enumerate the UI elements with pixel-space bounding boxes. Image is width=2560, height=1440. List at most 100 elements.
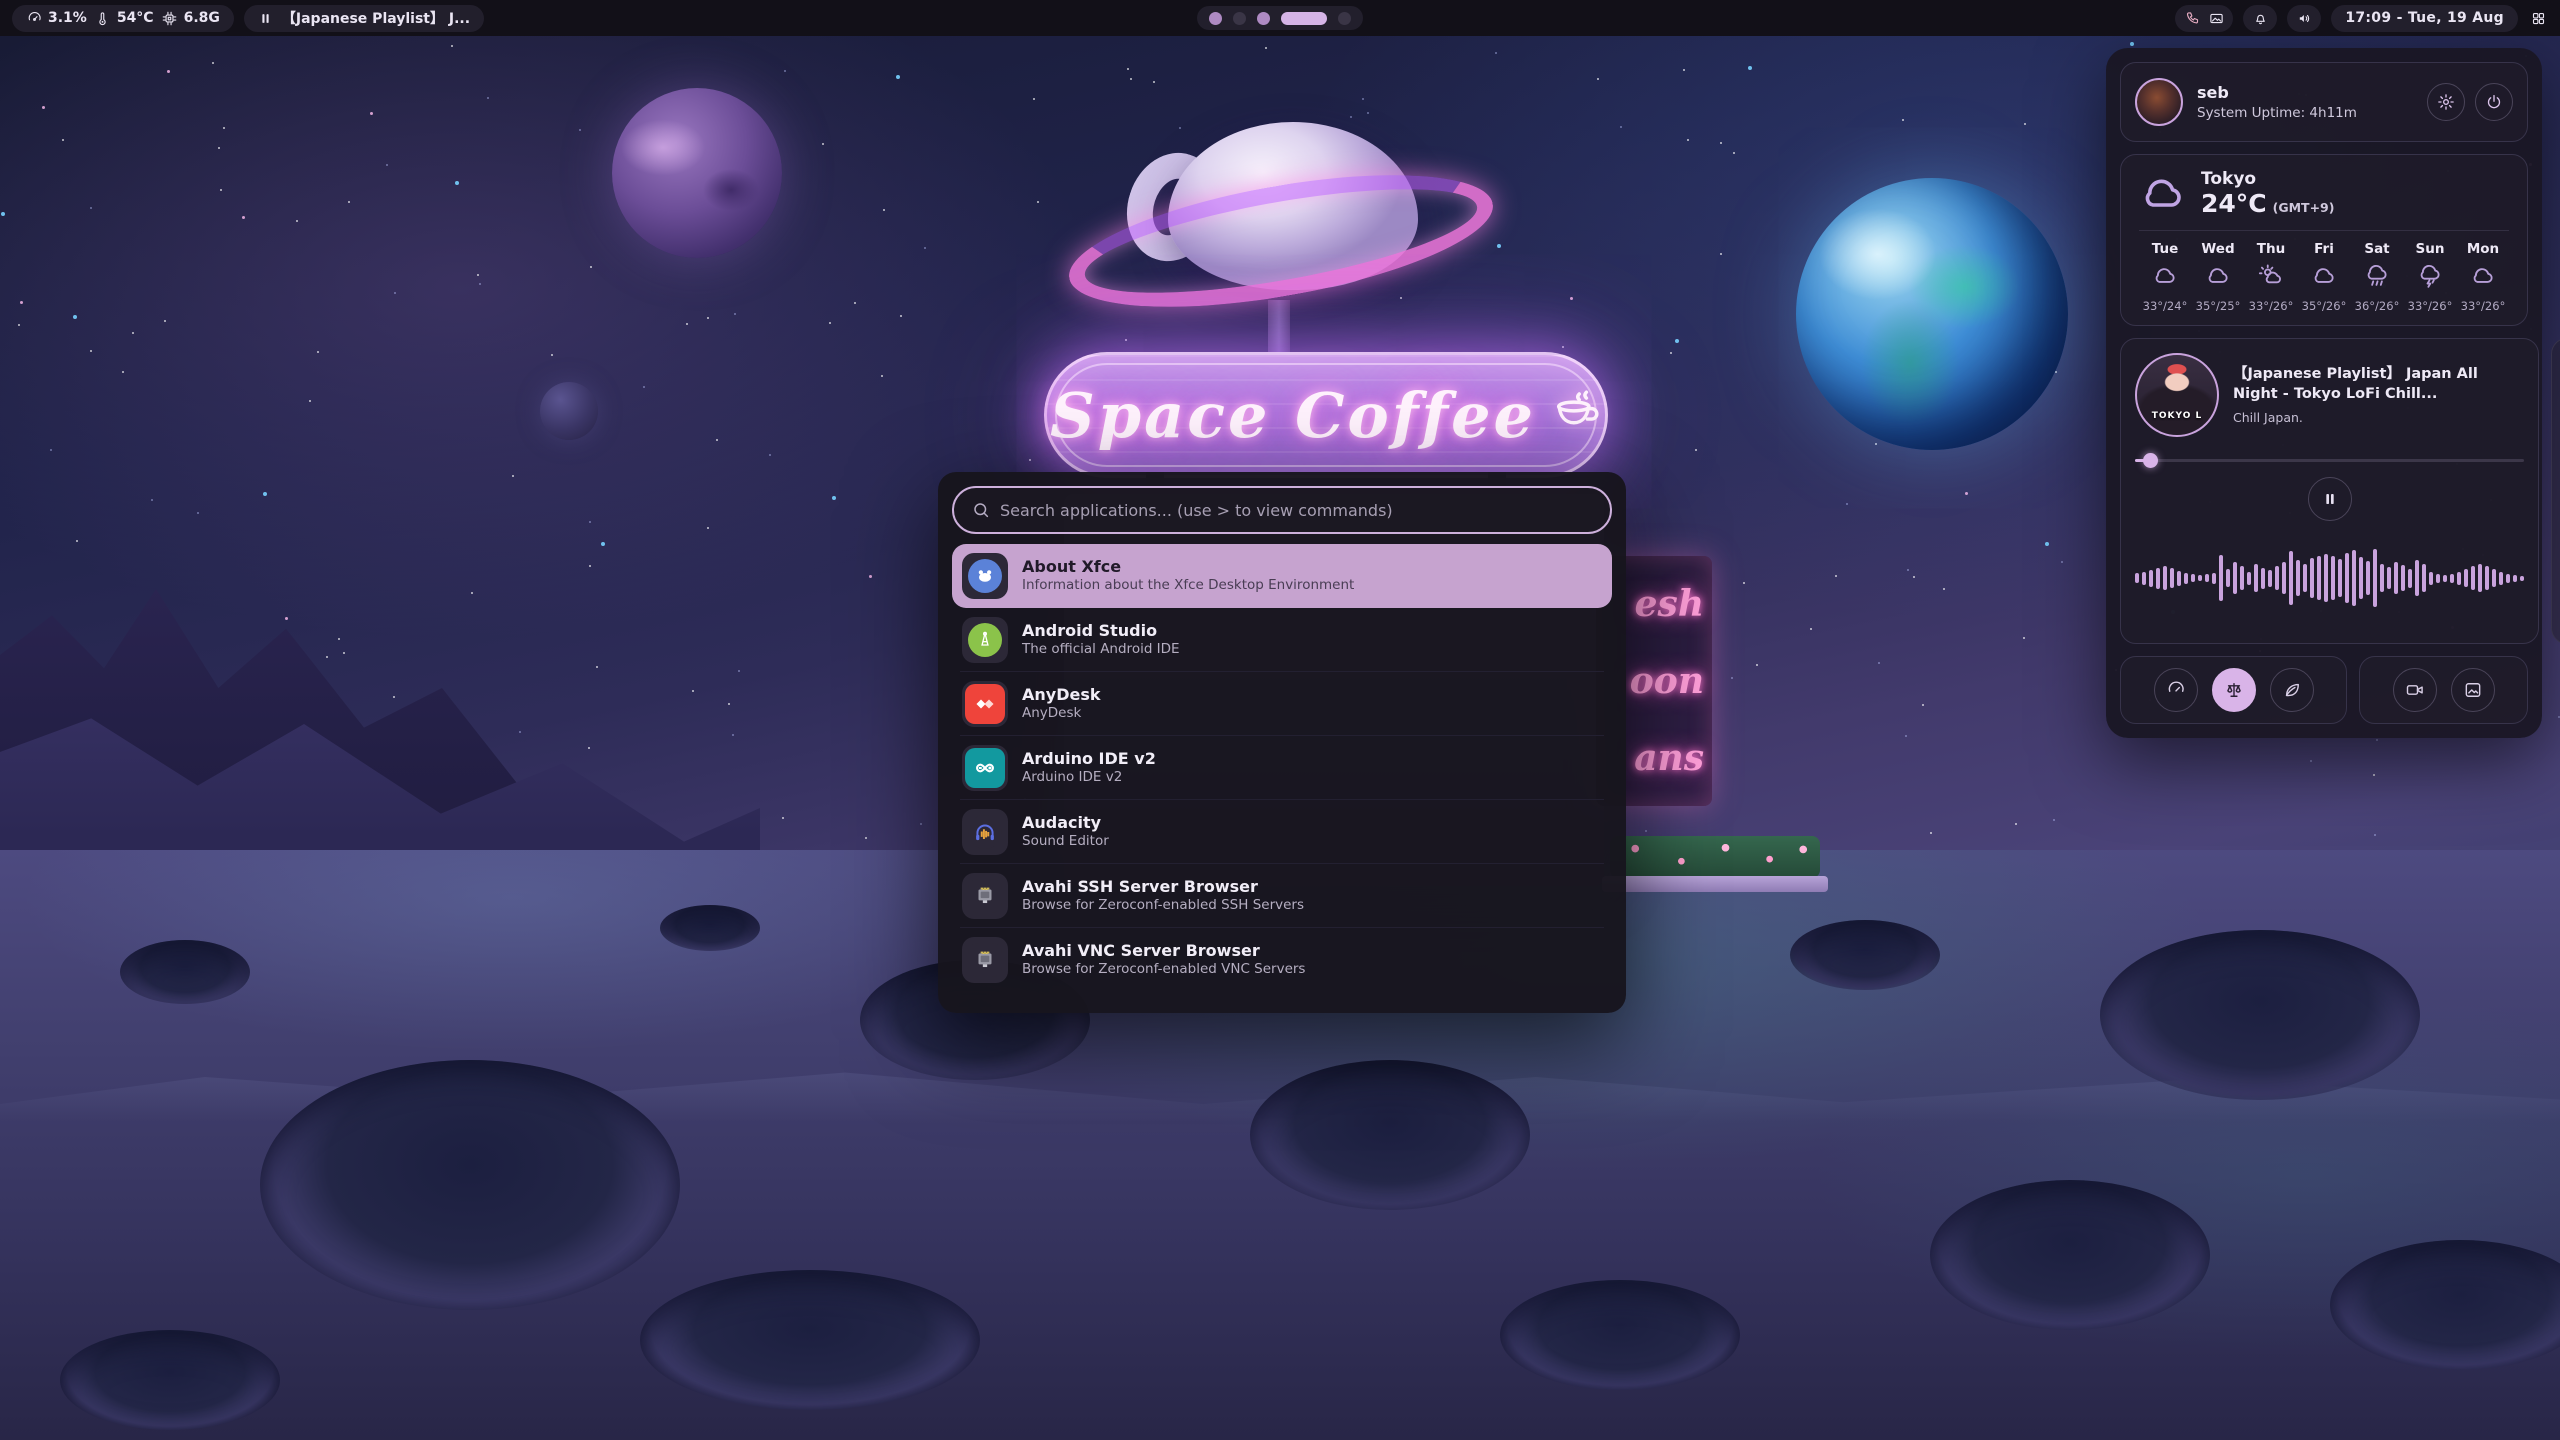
memory-value: 6.8G (184, 10, 220, 26)
user-card: seb System Uptime: 4h11m (2120, 62, 2528, 142)
seek-bar[interactable] (2135, 453, 2524, 467)
forecast-day-fri: Fri35°/26° (2298, 241, 2350, 313)
workspace-dot-3[interactable] (1257, 12, 1270, 25)
weather-temp: 24°C (2201, 189, 2267, 218)
performance-profile-button[interactable] (2154, 668, 2198, 712)
app-launcher: About XfceInformation about the Xfce Des… (938, 472, 1626, 1013)
user-name: seb (2197, 83, 2357, 102)
speedometer-icon (2166, 680, 2186, 700)
weather-city: Tokyo (2201, 169, 2334, 189)
app-name: Arduino IDE v2 (1022, 749, 1156, 769)
cpu-usage-value: 3.1% (48, 10, 87, 26)
weather-forecast: Tue33°/24°Wed35°/25° Thu 33°/26° Fri35°/26°… (2139, 241, 2509, 313)
app-row-audacity[interactable]: AudacitySound Editor (952, 800, 1612, 864)
screen-record-button[interactable] (2393, 668, 2437, 712)
cloud-icon (2152, 263, 2178, 293)
xfce-icon (962, 553, 1008, 599)
bell-icon[interactable] (2252, 10, 2268, 26)
workspace-dot-2[interactable] (1233, 12, 1246, 25)
volume-icon[interactable] (2296, 10, 2312, 26)
power-saver-profile-button[interactable] (2270, 668, 2314, 712)
search-input[interactable] (1000, 501, 1592, 520)
anydesk-icon (962, 681, 1008, 727)
pause-icon (258, 10, 274, 26)
workspace-dot-5[interactable] (1338, 12, 1351, 25)
pause-icon (2322, 491, 2338, 507)
audio-visualizer (2135, 527, 2524, 629)
memory-stat: 6.8G (162, 10, 220, 26)
forecast-day-label: Tue (2152, 241, 2179, 257)
forecast-temps: 36°/26° (2355, 299, 2400, 313)
app-list: About XfceInformation about the Xfce Des… (952, 544, 1612, 992)
rain-icon (2364, 263, 2390, 293)
app-grid-icon[interactable] (2528, 8, 2548, 28)
crater (1250, 1060, 1530, 1210)
arduino-icon (962, 745, 1008, 791)
thermometer-icon (95, 10, 111, 26)
screenshot-button[interactable] (2451, 668, 2495, 712)
forecast-temps: 33°/26° (2408, 299, 2453, 313)
forecast-day-wed: Wed35°/25° (2192, 241, 2244, 313)
small-moon (540, 382, 598, 440)
forecast-day-label: Thu (2257, 241, 2285, 257)
screenshot-icon (2463, 680, 2483, 700)
tray-pill[interactable] (2175, 5, 2233, 32)
seek-track (2135, 459, 2524, 462)
app-name: Android Studio (1022, 621, 1180, 641)
workspace-dot-4-active[interactable] (1281, 12, 1327, 25)
app-description: Arduino IDE v2 (1022, 769, 1156, 787)
album-art: TOKYO L (2135, 353, 2219, 437)
clock-text: 17:09 - Tue, 19 Aug (2345, 10, 2504, 26)
crater (1790, 920, 1940, 990)
app-description: Sound Editor (1022, 833, 1109, 851)
app-row-avahi-vnc-server-browser[interactable]: Avahi VNC Server BrowserBrowse for Zeroc… (952, 928, 1612, 992)
seek-thumb[interactable] (2143, 453, 2158, 468)
search-box[interactable] (952, 486, 1612, 534)
forecast-temps: 33°/26° (2249, 299, 2294, 313)
app-row-arduino-ide-v2[interactable]: Arduino IDE v2Arduino IDE v2 (952, 736, 1612, 800)
temperature-value: 54°C (117, 10, 154, 26)
workspace-indicator[interactable] (1197, 6, 1363, 30)
app-description: AnyDesk (1022, 705, 1101, 723)
temperature-stat: 54°C (95, 10, 154, 26)
now-playing-pill[interactable]: 【Japanese Playlist】 J... (244, 5, 484, 32)
balanced-profile-button[interactable] (2212, 668, 2256, 712)
desktop: Space Coffee eshoonans 3.1% (0, 0, 2560, 1440)
video-camera-icon (2405, 680, 2425, 700)
workspace-dot-1[interactable] (1209, 12, 1222, 25)
forecast-day-tue: Tue33°/24° (2139, 241, 2191, 313)
search-icon (972, 501, 990, 519)
app-name: About Xfce (1022, 557, 1354, 577)
volume-pill[interactable] (2287, 5, 2321, 32)
forecast-day-thu: Thu 33°/26° (2245, 241, 2297, 313)
system-uptime: System Uptime: 4h11m (2197, 105, 2357, 121)
network-icon (962, 873, 1008, 919)
purple-planet (612, 88, 782, 258)
crater (2100, 930, 2420, 1100)
app-description: Browse for Zeroconf-enabled VNC Servers (1022, 961, 1305, 979)
notifications-pill[interactable] (2243, 5, 2277, 32)
forecast-day-label: Sun (2416, 241, 2445, 257)
forecast-day-mon: Mon33°/26° (2457, 241, 2509, 313)
app-row-about-xfce[interactable]: About XfceInformation about the Xfce Des… (952, 544, 1612, 608)
crater (260, 1060, 680, 1310)
app-description: Browse for Zeroconf-enabled SSH Servers (1022, 897, 1304, 915)
app-row-anydesk[interactable]: AnyDeskAnyDesk (952, 672, 1612, 736)
forecast-day-label: Fri (2314, 241, 2334, 257)
weather-timezone: (GMT+9) (2273, 200, 2335, 215)
crater (1930, 1180, 2210, 1330)
play-pause-button[interactable] (2308, 477, 2352, 521)
neon-sign: Space Coffee (1044, 352, 1608, 478)
forecast-day-label: Wed (2201, 241, 2234, 257)
app-row-avahi-ssh-server-browser[interactable]: Avahi SSH Server BrowserBrowse for Zeroc… (952, 864, 1612, 928)
phone-icon[interactable] (2184, 10, 2200, 26)
flower-hedge (1610, 836, 1820, 878)
power-button[interactable] (2475, 83, 2513, 121)
app-row-android-studio[interactable]: Android StudioThe official Android IDE (952, 608, 1612, 672)
screenshot-icon[interactable] (2208, 10, 2224, 26)
power-icon (2485, 93, 2503, 111)
crater (60, 1330, 280, 1430)
clock-pill[interactable]: 17:09 - Tue, 19 Aug (2331, 5, 2518, 32)
settings-button[interactable] (2427, 83, 2465, 121)
cloud-icon (2311, 263, 2337, 293)
